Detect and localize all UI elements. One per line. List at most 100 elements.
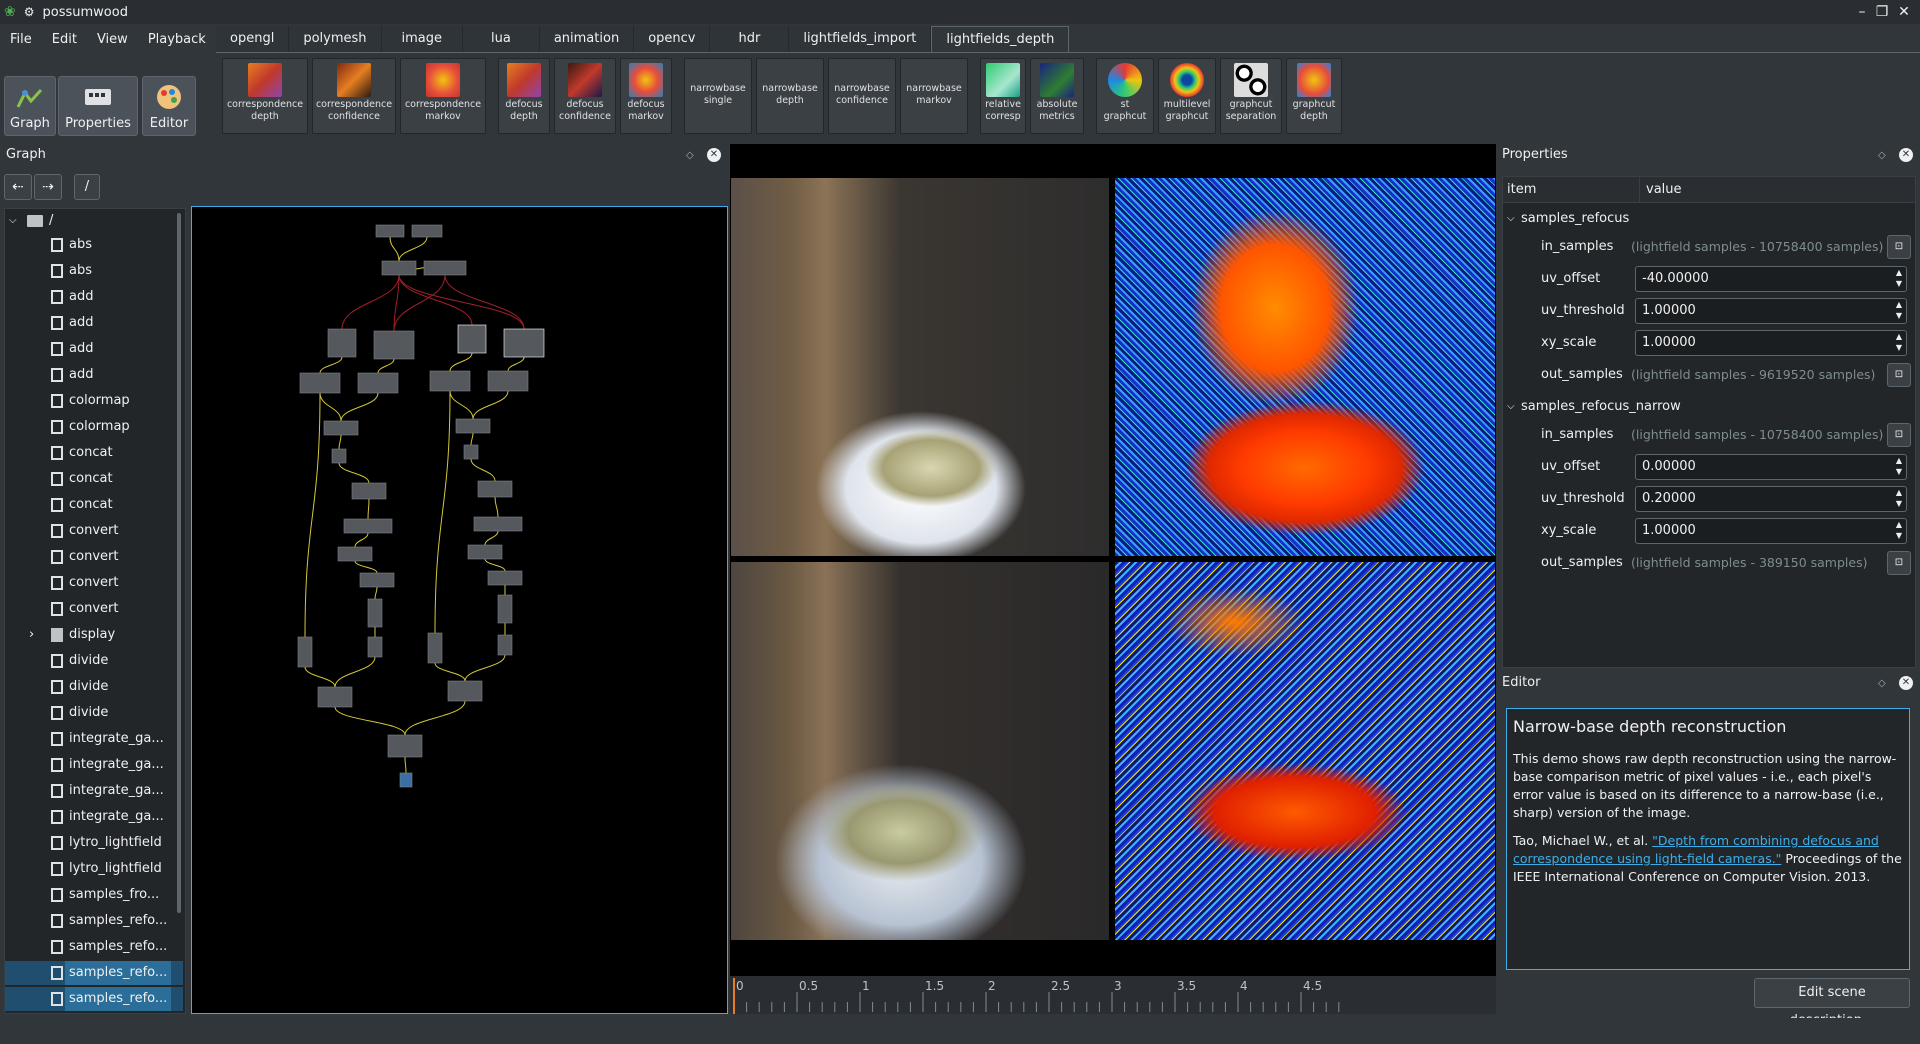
graph-node[interactable]	[497, 594, 513, 624]
edit-scene-description-button[interactable]: Edit scene description...	[1754, 978, 1910, 1028]
tool-narrowbase-markov[interactable]: narrowbase markov	[900, 58, 968, 134]
tree-item[interactable]: add	[5, 337, 183, 361]
tree-item[interactable]: samples_refo...	[5, 987, 183, 1011]
tree-item[interactable]: abs	[5, 233, 183, 257]
tree-item[interactable]: integrate_ga...	[5, 753, 183, 777]
graph-node[interactable]	[375, 224, 405, 238]
graph-node[interactable]	[429, 370, 471, 392]
close-icon[interactable]: ✕	[1894, 2, 1914, 22]
chevron-down-icon[interactable]: ⌵	[9, 209, 17, 233]
tab-hdr[interactable]: hdr	[710, 26, 790, 52]
uv-offset-spinbox[interactable]: -40.00000 ▲ ▼	[1635, 266, 1907, 292]
graph-node[interactable]	[337, 546, 373, 562]
graph-node[interactable]	[367, 636, 383, 658]
path-breadcrumb[interactable]: /	[74, 174, 100, 200]
graph-node[interactable]	[351, 482, 387, 500]
properties-panel-close-icon[interactable]: ✕	[1899, 148, 1913, 162]
spin-arrows-icon[interactable]: ▲ ▼	[1896, 455, 1902, 477]
tree-item[interactable]: colormap	[5, 389, 183, 413]
tool-graphcut-separation[interactable]: graphcut separation	[1220, 58, 1282, 134]
inspect-icon[interactable]: ⊡	[1887, 423, 1911, 447]
properties-button[interactable]: Properties	[58, 76, 138, 136]
spin-arrows-icon[interactable]: ▲ ▼	[1896, 487, 1902, 509]
timeline[interactable]: 0 0.5 1 1.5 2 2.5 3 3.5 4 4.5	[730, 976, 1496, 1014]
pin-icon[interactable]: ⚙	[24, 5, 35, 19]
graph-node[interactable]	[447, 680, 483, 702]
tree-item[interactable]: integrate_ga...	[5, 805, 183, 829]
spin-arrows-icon[interactable]: ▲ ▼	[1896, 267, 1902, 289]
graph-node[interactable]	[487, 570, 523, 586]
minimize-icon[interactable]: –	[1852, 2, 1872, 22]
tree-item[interactable]: add	[5, 363, 183, 387]
tool-defocus-depth[interactable]: defocus depth	[498, 58, 550, 134]
back-button[interactable]: ⇠	[4, 174, 32, 200]
tree-item[interactable]: colormap	[5, 415, 183, 439]
scene-description[interactable]: Narrow-base depth reconstruction This de…	[1506, 708, 1910, 970]
editor-panel-close-icon[interactable]: ✕	[1899, 676, 1913, 690]
tree-item[interactable]: lytro_lightfield	[5, 831, 183, 855]
graph-node[interactable]	[359, 572, 395, 588]
tree-item[interactable]: abs	[5, 259, 183, 283]
tree-item[interactable]: integrate_ga...	[5, 779, 183, 803]
tree-item[interactable]: samples_refo...	[5, 961, 183, 985]
tree-item[interactable]: samples_refo...	[5, 909, 183, 933]
graph-panel-close-icon[interactable]: ✕	[707, 148, 721, 162]
tool-st-graphcut[interactable]: st graphcut	[1096, 58, 1154, 134]
tree-item[interactable]: divide	[5, 649, 183, 673]
tool-multilevel-graphcut[interactable]: multilevel graphcut	[1158, 58, 1216, 134]
editor-button[interactable]: Editor	[142, 76, 196, 136]
column-item[interactable]: item	[1507, 177, 1536, 203]
tree-item[interactable]: divide	[5, 675, 183, 699]
maximize-icon[interactable]: ❐	[1872, 2, 1892, 22]
tree-item[interactable]: concat	[5, 441, 183, 465]
tool-narrowbase-single[interactable]: narrowbase single	[684, 58, 752, 134]
column-value[interactable]: value	[1639, 177, 1682, 203]
tree-item[interactable]: concat	[5, 467, 183, 491]
graph-node[interactable]	[327, 328, 357, 358]
tool-correspondence-depth[interactable]: correspondence depth	[222, 58, 308, 134]
tab-polymesh[interactable]: polymesh	[289, 26, 382, 52]
graph-node[interactable]	[411, 224, 443, 238]
graph-node[interactable]	[427, 632, 443, 664]
graph-canvas[interactable]	[191, 206, 728, 1014]
uv-offset-spinbox[interactable]: 0.00000 ▲ ▼	[1635, 454, 1907, 480]
tab-opencv[interactable]: opencv	[634, 26, 711, 52]
tree-item[interactable]: convert	[5, 519, 183, 543]
menu-playback[interactable]: Playback	[138, 32, 216, 47]
tool-relative-corresp[interactable]: relative corresp	[980, 58, 1026, 134]
uv-threshold-spinbox[interactable]: 0.20000 ▲ ▼	[1635, 486, 1907, 512]
dock-float-icon[interactable]: ◇	[686, 151, 696, 161]
tool-graphcut-depth[interactable]: graphcut depth	[1286, 58, 1342, 134]
tab-opengl[interactable]: opengl	[216, 26, 290, 52]
tool-narrowbase-depth[interactable]: narrowbase depth	[756, 58, 824, 134]
tab-lightfields-depth[interactable]: lightfields_depth	[931, 26, 1070, 52]
spin-arrows-icon[interactable]: ▲ ▼	[1896, 331, 1902, 353]
tab-lightfields-import[interactable]: lightfields_import	[789, 26, 932, 52]
tool-narrowbase-confidence[interactable]: narrowbase confidence	[828, 58, 896, 134]
tool-correspondence-markov[interactable]: correspondence markov	[400, 58, 486, 134]
graph-node[interactable]	[299, 372, 341, 394]
forward-button[interactable]: ⇢	[34, 174, 62, 200]
inspect-icon[interactable]: ⊡	[1887, 551, 1911, 575]
graph-node[interactable]	[399, 772, 413, 788]
menu-file[interactable]: File	[0, 32, 42, 47]
graph-node[interactable]	[477, 480, 513, 498]
tree-item[interactable]: convert	[5, 571, 183, 595]
graph-node[interactable]	[331, 448, 347, 464]
tree-item[interactable]: convert	[5, 545, 183, 569]
graph-node[interactable]	[503, 328, 545, 358]
tree-item[interactable]: concat	[5, 493, 183, 517]
dock-float-icon[interactable]: ◇	[1878, 679, 1888, 689]
tree-item[interactable]: samples_fro...	[5, 883, 183, 907]
tool-correspondence-confidence[interactable]: correspondence confidence	[312, 58, 396, 134]
graph-node[interactable]	[343, 518, 393, 534]
menu-view[interactable]: View	[87, 32, 138, 47]
graph-node[interactable]	[467, 544, 503, 560]
graph-node[interactable]	[357, 372, 399, 394]
tree-item[interactable]: divide	[5, 701, 183, 725]
tree-item[interactable]: convert	[5, 597, 183, 621]
graph-node[interactable]	[297, 636, 313, 668]
chevron-right-icon[interactable]: ›	[29, 623, 34, 647]
tree-item[interactable]: › display	[5, 623, 183, 647]
tree-item[interactable]: lytro_lightfield	[5, 857, 183, 881]
